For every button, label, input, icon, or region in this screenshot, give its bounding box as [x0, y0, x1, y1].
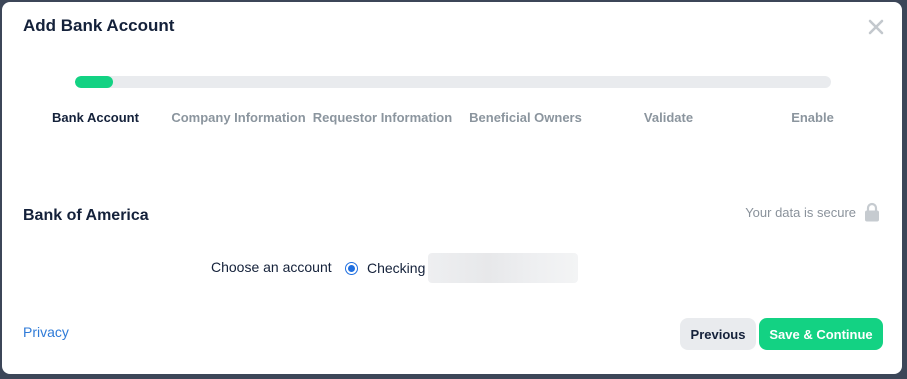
- account-radio[interactable]: [345, 261, 358, 275]
- add-bank-account-modal: Add Bank Account Bank Account Company In…: [2, 2, 902, 374]
- step-requestor-information: Requestor Information: [312, 110, 453, 125]
- account-option-checking[interactable]: Checking: [345, 253, 579, 283]
- lock-icon: [865, 202, 879, 222]
- choose-account-label: Choose an account: [211, 259, 332, 275]
- modal-title: Add Bank Account: [23, 16, 175, 35]
- secure-text: Your data is secure: [745, 204, 856, 220]
- radio-selected-dot: [348, 264, 355, 272]
- data-secure-notice: Your data is secure: [745, 202, 880, 222]
- step-company-information: Company Information: [171, 110, 306, 125]
- progress-fill: [75, 76, 113, 88]
- step-validate: Validate: [643, 110, 694, 125]
- save-continue-button[interactable]: Save & Continue: [759, 318, 883, 350]
- progress-bar: [75, 76, 831, 88]
- redacted-account-number: [428, 253, 579, 283]
- privacy-link[interactable]: Privacy: [23, 324, 69, 340]
- close-icon: [868, 19, 884, 35]
- step-bank-account: Bank Account: [52, 110, 139, 125]
- close-button[interactable]: [864, 15, 888, 39]
- previous-button[interactable]: Previous: [680, 318, 756, 350]
- bank-name: Bank of America: [23, 207, 149, 224]
- step-beneficial-owners: Beneficial Owners: [469, 110, 582, 125]
- account-type-label: Checking: [367, 260, 426, 276]
- step-enable: Enable: [791, 110, 834, 125]
- step-list: Bank Account Company Information Request…: [23, 109, 883, 149]
